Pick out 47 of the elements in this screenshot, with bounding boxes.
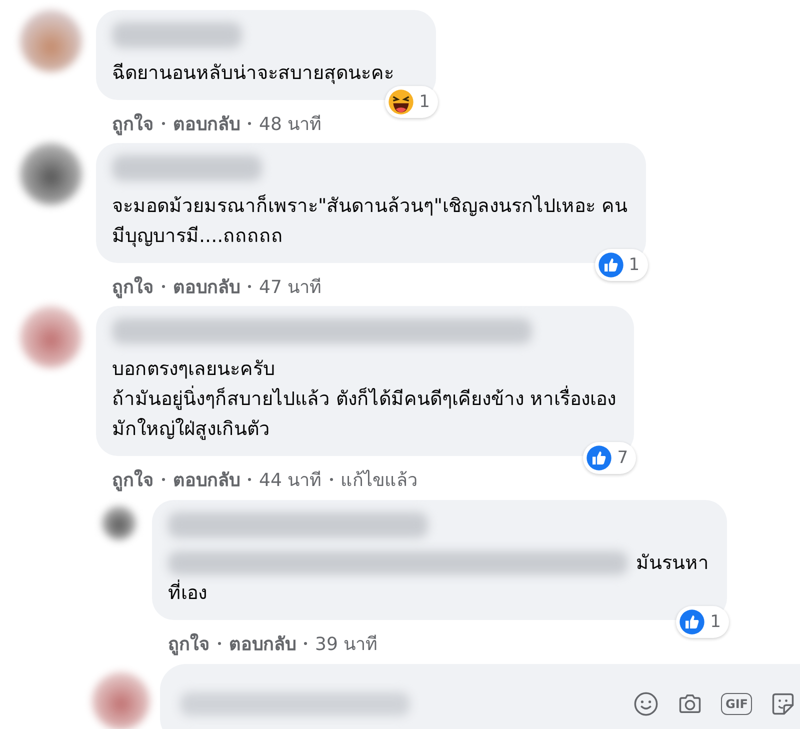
comment-text: จะมอดม้วยมรณาก็เพราะ"สันดานล้วนๆ"เชิญลงนรกไปเหอะ คน (112, 193, 628, 219)
avatar[interactable] (102, 506, 136, 540)
like-link[interactable]: ถูกใจ (168, 628, 210, 658)
edited-label: แก้ไขแล้ว (340, 468, 418, 492)
comment-time: 47 นาที (259, 276, 322, 300)
comment-text: บอกตรงๆเลยนะครับ (112, 357, 276, 382)
comment-time: 44 นาที (259, 468, 322, 492)
avatar (92, 672, 150, 729)
separator-dot (162, 284, 165, 288)
sticker-icon[interactable] (770, 691, 796, 717)
thumbs-up-icon (598, 252, 624, 278)
reaction-count[interactable]: 1 (385, 86, 438, 118)
reaction-count[interactable]: 7 (583, 442, 636, 474)
comment-input-field[interactable]: GIF (160, 664, 800, 729)
separator-dot (218, 642, 221, 644)
comment-time: 39 นาที (315, 632, 378, 656)
like-link[interactable]: ถูกใจ (112, 108, 154, 138)
like-link[interactable]: ถูกใจ (112, 464, 154, 494)
separator-dot (330, 478, 333, 480)
avatar[interactable] (20, 306, 82, 368)
reply-link[interactable]: ตอบกลับ (173, 108, 240, 138)
gif-button[interactable]: GIF (721, 693, 752, 715)
separator-dot (248, 122, 251, 124)
reaction-count[interactable]: 1 (594, 249, 648, 281)
reply-link[interactable]: ตอบกลับ (173, 464, 240, 494)
comment-time: 48 นาที (259, 112, 322, 136)
laughing-emoji-icon (388, 89, 414, 115)
comment-text: มันรนหา (636, 551, 709, 576)
comment-text: มักใหญ่ใฝ่สูงเกินตัว (112, 417, 271, 442)
separator-dot (248, 284, 251, 288)
reply-link[interactable]: ตอบกลับ (173, 272, 240, 300)
avatar[interactable] (20, 143, 82, 205)
comment-text: ถ้ามันอยู่นิ่งๆก็สบายไปแล้ว ตังก็ได้มีคนดีๆเคียงข้าง หาเรื่องเอง (112, 384, 616, 414)
reaction-count[interactable]: 1 (676, 606, 729, 638)
avatar[interactable] (20, 10, 82, 72)
like-link[interactable]: ถูกใจ (112, 272, 154, 300)
separator-dot (162, 478, 165, 480)
reply-link[interactable]: ตอบกลับ (229, 628, 296, 658)
comment-text: ที่เอง (168, 578, 709, 608)
separator-dot (248, 478, 251, 480)
separator-dot (304, 642, 307, 644)
separator-dot (162, 122, 165, 124)
comment-text: มีบุญบารมี....ถถถถถ (112, 224, 284, 249)
comment-text: ฉีดยานอนหลับน่าจะสบายสุดนะคะ (112, 61, 395, 86)
thumbs-up-icon (679, 609, 706, 635)
thumbs-up-icon (586, 445, 612, 471)
emoji-icon[interactable] (633, 691, 660, 717)
